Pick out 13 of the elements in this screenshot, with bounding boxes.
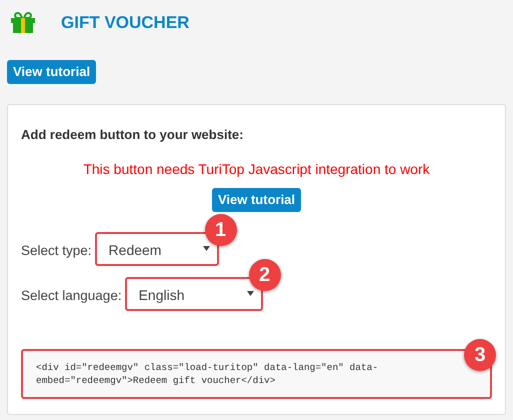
page-title: GIFT VOUCHER [61, 12, 190, 34]
field-label: Select language: [21, 287, 122, 306]
view-tutorial-button[interactable]: View tutorial [7, 60, 96, 84]
warning-text: This button needs TuriTop Javascript integration to work [82, 160, 431, 179]
field-label: Select type: [21, 242, 92, 260]
section-heading: Add redeem button to your website: [21, 126, 244, 144]
caret-icon [202, 246, 210, 250]
gift-icon [10, 12, 36, 34]
callout-badge: 3 [464, 338, 496, 370]
view-tutorial-button[interactable]: View tutorial [212, 188, 302, 212]
callout-badge: 2 [248, 258, 281, 290]
caret-icon [246, 290, 254, 296]
callout-badge: 1 [204, 214, 237, 246]
